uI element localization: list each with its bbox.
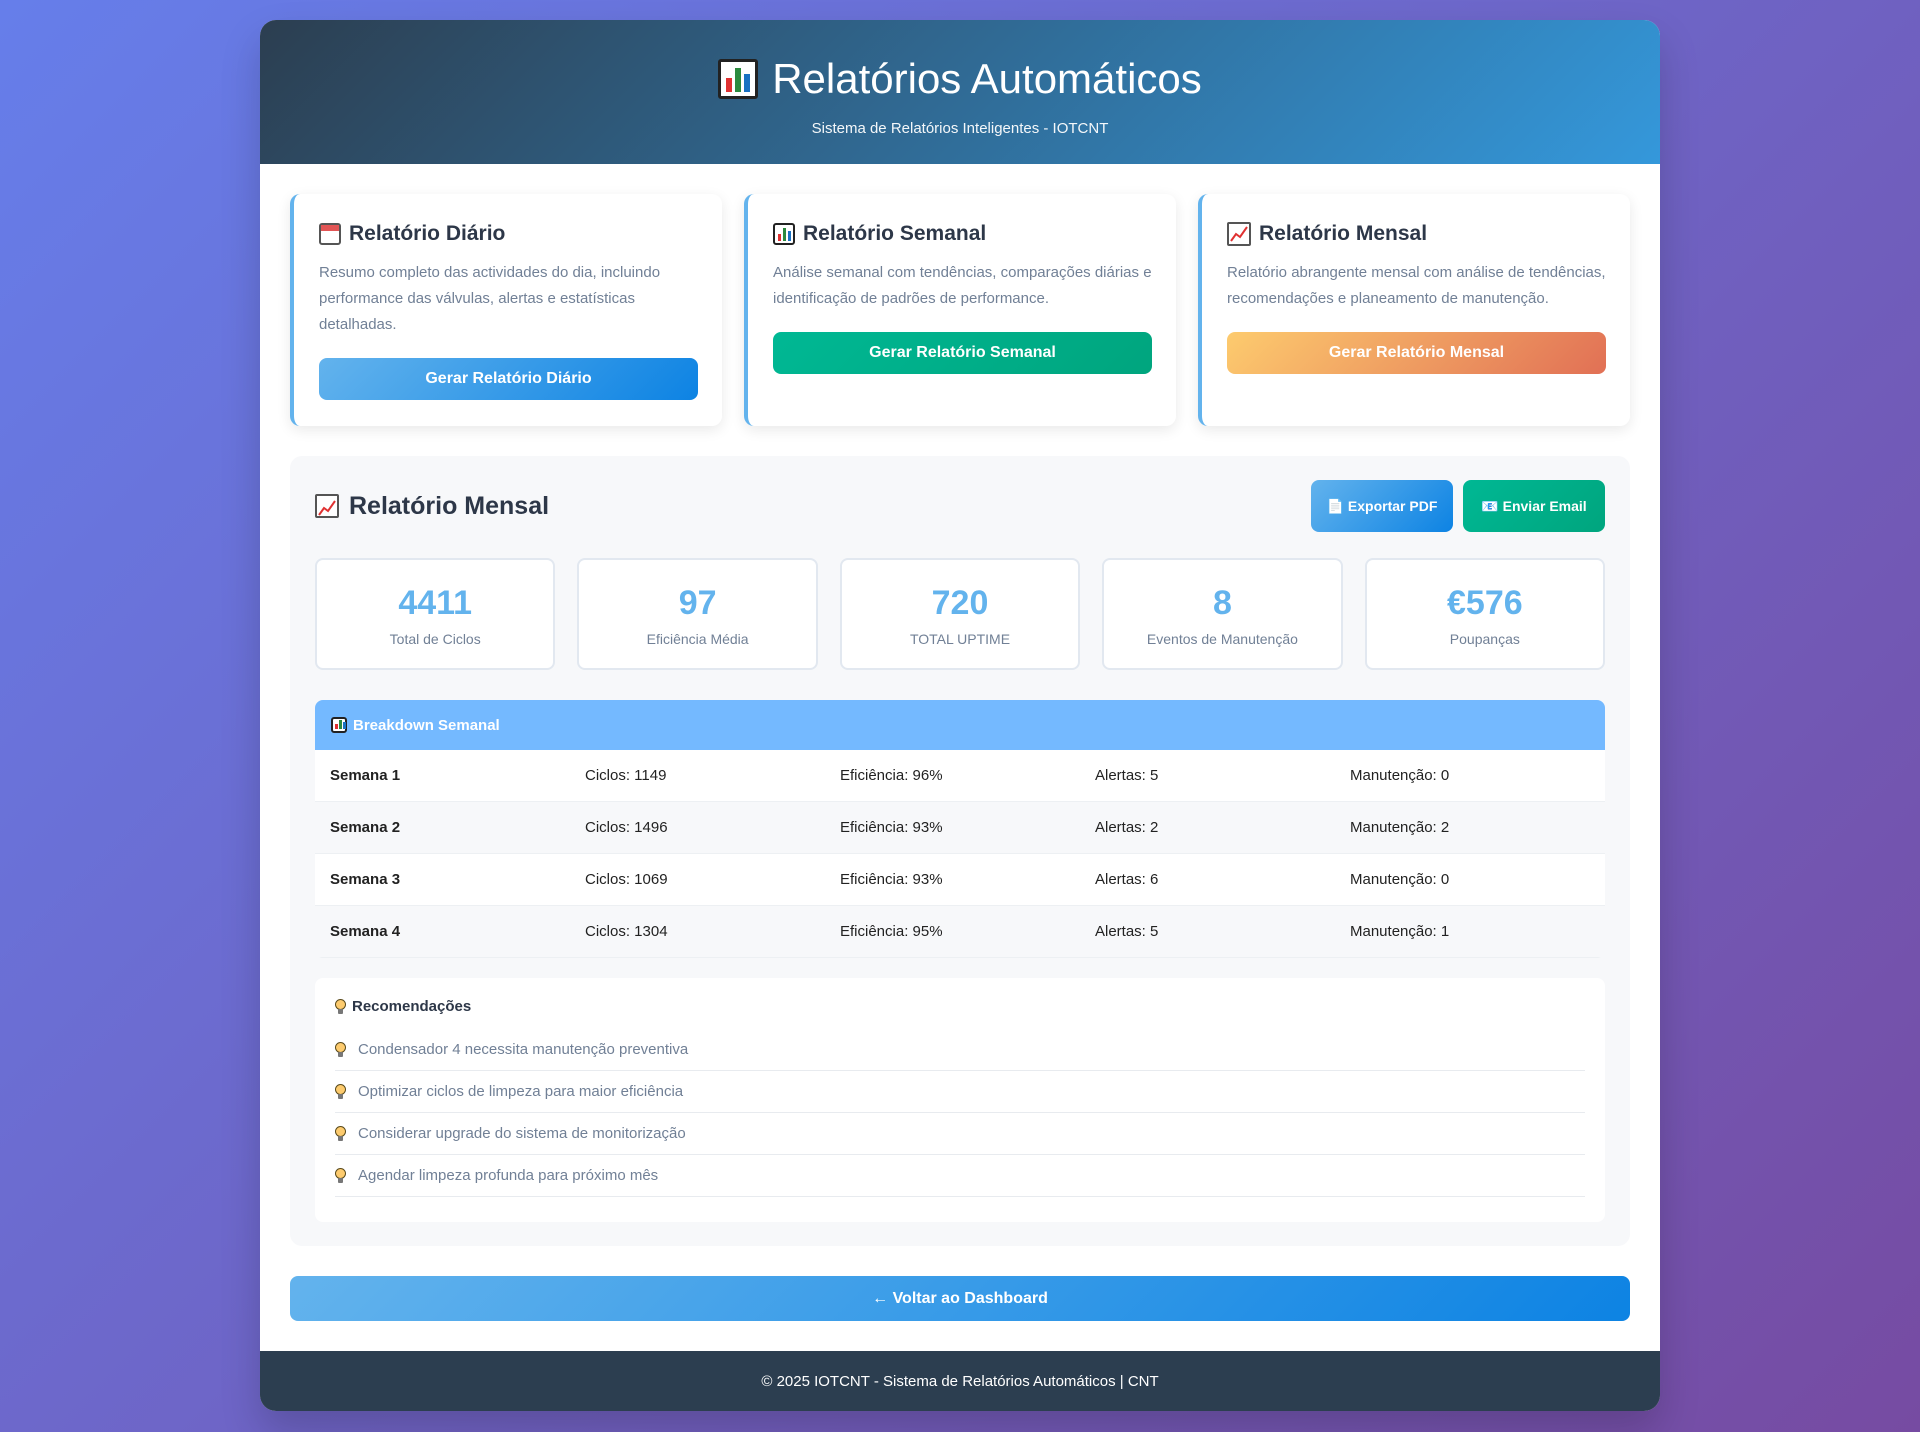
lightbulb-icon: [335, 1126, 346, 1141]
stats-row: 4411 Total de Ciclos 97 Eficiência Média…: [315, 558, 1606, 670]
page-title: Relatórios Automáticos: [772, 55, 1202, 102]
week-cycles: Ciclos: 1149: [585, 767, 667, 784]
week-efficiency: Eficiência: 95%: [840, 923, 943, 940]
recommendation-text: Considerar upgrade do sistema de monitor…: [358, 1125, 686, 1142]
week-label: Semana 3: [330, 871, 401, 888]
weekly-breakdown: Breakdown Semanal Semana 1 Ciclos: 1149 …: [315, 700, 1605, 958]
recommendation-text: Condensador 4 necessita manutenção preve…: [358, 1041, 689, 1058]
main-container: Relatórios Automáticos Sistema de Relató…: [260, 20, 1660, 1411]
card-title: Relatório Semanal: [803, 222, 987, 245]
stat-value: 720: [931, 584, 989, 622]
week-efficiency: Eficiência: 93%: [840, 819, 943, 836]
week-maintenance: Manutenção: 1: [1350, 923, 1450, 940]
lightbulb-icon: [335, 1084, 346, 1099]
lightbulb-icon: [335, 999, 346, 1014]
recommendations: Recomendações Condensador 4 necessita ma…: [315, 978, 1605, 1222]
breakdown-header: Breakdown Semanal: [315, 700, 1605, 750]
trend-chart-icon: [1227, 222, 1251, 246]
report-header: Relatório Mensal 📄 Exportar PDF 📧 Enviar…: [315, 480, 1605, 532]
calendar-icon: [319, 223, 341, 245]
back-to-dashboard-button[interactable]: ← Voltar ao Dashboard: [290, 1276, 1630, 1321]
breakdown-row: Semana 4 Ciclos: 1304 Eficiência: 95% Al…: [315, 906, 1605, 958]
week-alerts: Alertas: 5: [1095, 767, 1159, 784]
week-maintenance: Manutenção: 0: [1350, 871, 1450, 888]
stat-value: €576: [1447, 584, 1523, 622]
breakdown-row: Semana 1 Ciclos: 1149 Eficiência: 96% Al…: [315, 750, 1605, 802]
stat-label: TOTAL UPTIME: [909, 631, 1011, 647]
stat-label: Eventos de Manutenção: [1146, 631, 1298, 647]
recommendation-item: Optimizar ciclos de limpeza para maior e…: [335, 1071, 1585, 1113]
stat-value: 8: [1212, 584, 1232, 622]
stat-maintenance-events: 8 Eventos de Manutenção: [1102, 558, 1343, 670]
lightbulb-icon: [335, 1042, 346, 1057]
week-alerts: Alertas: 5: [1095, 923, 1159, 940]
week-label: Semana 2: [330, 819, 401, 836]
week-cycles: Ciclos: 1496: [585, 819, 668, 836]
card-title: Relatório Mensal: [1259, 222, 1428, 245]
card-title-row: Relatório Mensal: [1227, 222, 1606, 246]
export-pdf-button[interactable]: 📄 Exportar PDF: [1311, 480, 1453, 532]
bar-chart-icon: [718, 59, 759, 99]
generate-monthly-report-button[interactable]: Gerar Relatório Mensal: [1227, 332, 1606, 374]
recommendation-item: Agendar limpeza profunda para próximo mê…: [335, 1155, 1585, 1197]
generate-daily-report-button[interactable]: Gerar Relatório Diário: [319, 358, 698, 400]
stat-value: 97: [678, 584, 717, 622]
page-subtitle: Sistema de Relatórios Inteligentes - IOT…: [811, 120, 1109, 137]
report-cards: Relatório Diário Resumo completo das act…: [290, 194, 1630, 426]
card-monthly-report: Relatório Mensal Relatório abrangente me…: [1198, 194, 1630, 426]
card-daily-report: Relatório Diário Resumo completo das act…: [290, 194, 722, 426]
recommendations-title-row: Recomendações: [335, 998, 1585, 1015]
lightbulb-icon: [335, 1168, 346, 1183]
stat-savings: €576 Poupanças: [1364, 558, 1606, 670]
breakdown-row: Semana 3 Ciclos: 1069 Eficiência: 93% Al…: [315, 854, 1605, 906]
card-description: Análise semanal com tendências, comparaç…: [773, 264, 1152, 307]
page-footer: © 2025 IOTCNT - Sistema de Relatórios Au…: [260, 1351, 1660, 1411]
bar-chart-icon: [331, 717, 347, 733]
recommendation-text: Optimizar ciclos de limpeza para maior e…: [358, 1083, 684, 1100]
breakdown-row: Semana 2 Ciclos: 1496 Eficiência: 93% Al…: [315, 802, 1605, 854]
stat-label: Poupanças: [1449, 631, 1520, 647]
card-weekly-report: Relatório Semanal Análise semanal com te…: [744, 194, 1176, 426]
page-header: Relatórios Automáticos Sistema de Relató…: [260, 20, 1660, 164]
stat-label: Total de Ciclos: [389, 631, 481, 647]
bar-chart-icon: [773, 223, 795, 245]
week-efficiency: Eficiência: 96%: [840, 767, 943, 784]
recommendation-item: Considerar upgrade do sistema de monitor…: [335, 1113, 1585, 1155]
card-description: Resumo completo das actividades do dia, …: [319, 264, 661, 333]
card-title-row: Relatório Semanal: [773, 222, 1152, 246]
breakdown-rows: Semana 1 Ciclos: 1149 Eficiência: 96% Al…: [315, 750, 1605, 958]
week-maintenance: Manutenção: 2: [1350, 819, 1450, 836]
week-cycles: Ciclos: 1304: [585, 923, 668, 940]
monthly-report-panel: Relatório Mensal 📄 Exportar PDF 📧 Enviar…: [290, 456, 1630, 1246]
card-title: Relatório Diário: [349, 222, 506, 245]
breakdown-title: Breakdown Semanal: [353, 716, 500, 734]
stat-total-uptime: 720 TOTAL UPTIME: [839, 558, 1081, 670]
recommendations-list: Condensador 4 necessita manutenção preve…: [335, 1029, 1585, 1197]
week-label: Semana 4: [330, 923, 401, 940]
generate-weekly-report-button[interactable]: Gerar Relatório Semanal: [773, 332, 1152, 374]
report-title-row: Relatório Mensal: [315, 492, 549, 521]
stat-value: 4411: [398, 584, 473, 622]
week-label: Semana 1: [330, 767, 401, 784]
trend-chart-icon: [315, 494, 339, 518]
recommendation-text: Agendar limpeza profunda para próximo mê…: [358, 1167, 659, 1184]
stat-label: Eficiência Média: [646, 631, 749, 647]
card-title-row: Relatório Diário: [319, 222, 698, 246]
content-area: Relatório Diário Resumo completo das act…: [260, 164, 1660, 1321]
card-description: Relatório abrangente mensal com análise …: [1227, 264, 1606, 307]
week-cycles: Ciclos: 1069: [585, 871, 668, 888]
page-title-row: Relatórios Automáticos: [260, 54, 1660, 104]
recommendations-title: Recomendações: [352, 998, 472, 1015]
stat-avg-efficiency: 97 Eficiência Média: [577, 558, 818, 670]
report-actions: 📄 Exportar PDF 📧 Enviar Email: [1311, 480, 1605, 532]
footer-text: © 2025 IOTCNT - Sistema de Relatórios Au…: [761, 1372, 1159, 1390]
report-title: Relatório Mensal: [349, 491, 550, 520]
send-email-button[interactable]: 📧 Enviar Email: [1463, 480, 1605, 532]
week-alerts: Alertas: 2: [1095, 819, 1159, 836]
week-efficiency: Eficiência: 93%: [840, 871, 943, 888]
recommendation-item: Condensador 4 necessita manutenção preve…: [335, 1029, 1585, 1071]
week-maintenance: Manutenção: 0: [1350, 767, 1450, 784]
stat-total-cycles: 4411 Total de Ciclos: [315, 558, 556, 670]
week-alerts: Alertas: 6: [1095, 871, 1159, 888]
